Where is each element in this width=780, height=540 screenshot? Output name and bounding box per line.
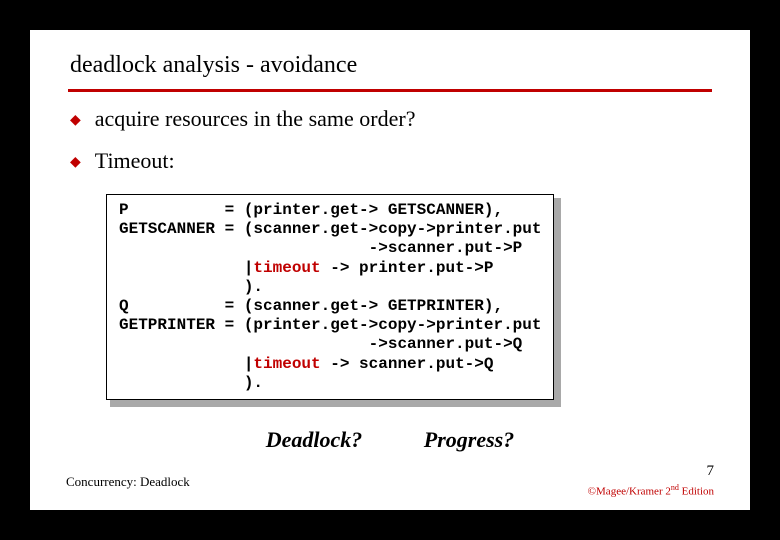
bullet-row: ◆ acquire resources in the same order? — [70, 106, 710, 132]
diamond-icon: ◆ — [70, 154, 81, 171]
code-line: -> printer.put->P — [321, 259, 494, 277]
bullet-row: ◆ Timeout: — [70, 148, 710, 174]
code-line: ->scanner.put->Q — [119, 335, 522, 353]
cite-prefix: ©Magee/Kramer — [588, 486, 666, 498]
title-wrap: deadlock analysis - avoidance — [30, 30, 750, 85]
code-box: P = (printer.get-> GETSCANNER), GETSCANN… — [106, 194, 554, 400]
slide-title: deadlock analysis - avoidance — [70, 52, 710, 79]
slide-page: deadlock analysis - avoidance ◆ acquire … — [30, 30, 750, 510]
footer-left: Concurrency: Deadlock — [66, 474, 190, 490]
code-shadow: P = (printer.get-> GETSCANNER), GETSCANN… — [110, 198, 561, 407]
code-line: GETSCANNER = (scanner.get->copy->printer… — [119, 220, 541, 238]
question-deadlock: Deadlock? — [266, 427, 363, 452]
cite-sup: nd — [671, 483, 679, 492]
code-line: P = (printer.get-> GETSCANNER), — [119, 201, 503, 219]
footer-citation: ©Magee/Kramer 2nd Edition — [588, 483, 714, 498]
code-line: ->scanner.put->P — [119, 239, 522, 257]
questions-row: Deadlock? Progress? — [30, 427, 750, 453]
diamond-icon: ◆ — [70, 112, 81, 129]
code-line: -> scanner.put->Q — [321, 355, 494, 373]
bullet-text: Timeout: — [95, 148, 175, 174]
code-line: ). — [119, 374, 263, 392]
question-progress: Progress? — [424, 427, 514, 452]
code-line: | — [119, 355, 253, 373]
code-line: | — [119, 259, 253, 277]
code-keyword: timeout — [253, 355, 320, 373]
bullet-text: acquire resources in the same order? — [95, 106, 416, 132]
code-keyword: timeout — [253, 259, 320, 277]
code-line: ). — [119, 278, 263, 296]
cite-suffix: Edition — [679, 486, 714, 498]
code-line: GETPRINTER = (printer.get->copy->printer… — [119, 316, 541, 334]
page-number: 7 — [707, 463, 715, 480]
code-line: Q = (scanner.get-> GETPRINTER), — [119, 297, 503, 315]
code-block: P = (printer.get-> GETSCANNER), GETSCANN… — [107, 195, 553, 399]
bullet-list: ◆ acquire resources in the same order? ◆… — [30, 92, 750, 196]
